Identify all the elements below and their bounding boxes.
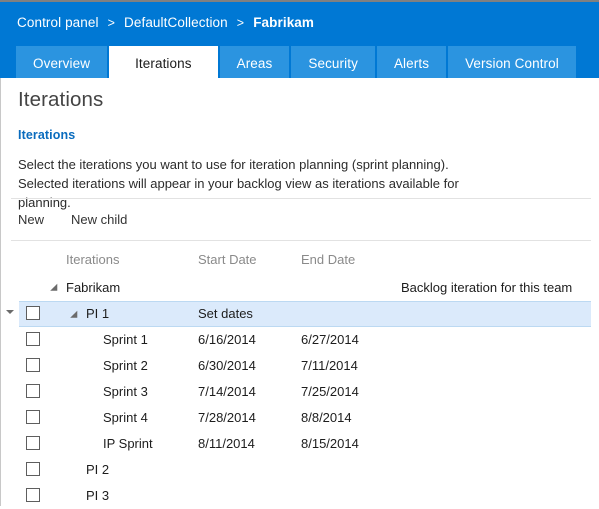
row-checkbox[interactable] bbox=[26, 436, 40, 450]
cell-iteration-name: PI 1 bbox=[86, 306, 110, 321]
table-row[interactable]: Sprint 4 7/28/2014 8/8/2014 bbox=[1, 405, 599, 431]
tab-bar: Overview Iterations Areas Security Alerts Ver… bbox=[16, 46, 578, 80]
tab-overview[interactable]: Overview bbox=[16, 46, 108, 80]
breadcrumb: Control panel > DefaultCollection > Fabrikam bbox=[17, 15, 314, 30]
row-checkbox[interactable] bbox=[26, 358, 40, 372]
tab-iterations[interactable]: Iterations bbox=[109, 46, 218, 80]
cell-iteration-name: Sprint 1 bbox=[103, 332, 148, 347]
tree-expand-icon[interactable] bbox=[70, 310, 81, 322]
row-checkbox[interactable] bbox=[26, 384, 40, 398]
app-header: Control panel > DefaultCollection > Fabrikam… bbox=[0, 0, 599, 80]
cell-start-date: 7/14/2014 bbox=[198, 384, 256, 399]
tree-expand-icon[interactable] bbox=[50, 283, 61, 295]
cell-iteration-name: PI 2 bbox=[86, 462, 110, 477]
breadcrumb-item-control-panel[interactable]: Control panel bbox=[17, 15, 99, 30]
row-checkbox[interactable] bbox=[26, 462, 40, 476]
cell-end-date: 8/15/2014 bbox=[301, 436, 359, 451]
table-row[interactable]: IP Sprint 8/11/2014 8/15/2014 bbox=[1, 431, 599, 457]
backlog-iteration-note: Backlog iteration for this team bbox=[401, 280, 573, 295]
table-row[interactable]: Sprint 3 7/14/2014 7/25/2014 bbox=[1, 379, 599, 405]
cell-end-date: 8/8/2014 bbox=[301, 410, 352, 425]
section-link-iterations[interactable]: Iterations bbox=[18, 128, 75, 142]
breadcrumb-separator: > bbox=[107, 16, 116, 30]
grid-header-row: Iterations Start Date End Date bbox=[1, 246, 599, 275]
table-row[interactable]: Sprint 1 6/16/2014 6/27/2014 bbox=[1, 327, 599, 353]
row-checkbox[interactable] bbox=[26, 306, 40, 320]
tab-alerts[interactable]: Alerts bbox=[376, 46, 447, 80]
tab-security[interactable]: Security bbox=[291, 46, 375, 80]
column-header-start-date: Start Date bbox=[198, 252, 257, 267]
cell-iteration-name: Sprint 3 bbox=[103, 384, 148, 399]
breadcrumb-separator: > bbox=[236, 16, 245, 30]
cell-iteration-name: Sprint 2 bbox=[103, 358, 148, 373]
cell-start-date: 6/16/2014 bbox=[198, 332, 256, 347]
cell-end-date: 7/11/2014 bbox=[301, 358, 358, 373]
chevron-down-icon[interactable] bbox=[6, 310, 14, 314]
cell-start-date: 8/11/2014 bbox=[198, 436, 255, 451]
divider-top bbox=[11, 198, 591, 199]
divider-toolbar bbox=[11, 240, 591, 241]
column-header-end-date: End Date bbox=[301, 252, 356, 267]
cell-start-date: 7/28/2014 bbox=[198, 410, 256, 425]
column-header-iterations: Iterations bbox=[66, 252, 120, 267]
iterations-grid: Iterations Start Date End Date Fabrikam B… bbox=[1, 246, 599, 509]
page-title: Iterations bbox=[18, 88, 104, 111]
grid-toolbar: New New child bbox=[18, 212, 154, 227]
table-row[interactable]: PI 3 bbox=[1, 483, 599, 509]
table-row[interactable]: PI 1 Set dates bbox=[6, 301, 591, 327]
cell-iteration-name: Fabrikam bbox=[66, 280, 121, 295]
cell-end-date: 7/25/2014 bbox=[301, 384, 359, 399]
row-checkbox[interactable] bbox=[26, 332, 40, 346]
cell-start-date: 6/30/2014 bbox=[198, 358, 256, 373]
set-dates-link[interactable]: Set dates bbox=[198, 306, 253, 321]
cell-iteration-name: Sprint 4 bbox=[103, 410, 148, 425]
table-row[interactable]: Fabrikam Backlog iteration for this team bbox=[1, 275, 599, 301]
tab-version-control[interactable]: Version Control bbox=[448, 46, 576, 80]
breadcrumb-item-fabrikam: Fabrikam bbox=[253, 15, 315, 30]
table-row[interactable]: PI 2 bbox=[1, 457, 599, 483]
new-child-button[interactable]: New child bbox=[71, 212, 127, 227]
cell-iteration-name: PI 3 bbox=[86, 488, 110, 503]
content-pane: Iterations Iterations Select the iterati… bbox=[0, 78, 599, 506]
cell-end-date: 6/27/2014 bbox=[301, 332, 359, 347]
breadcrumb-item-defaultcollection[interactable]: DefaultCollection bbox=[124, 15, 228, 30]
table-row[interactable]: Sprint 2 6/30/2014 7/11/2014 bbox=[1, 353, 599, 379]
cell-iteration-name: IP Sprint bbox=[103, 436, 153, 451]
page-description: Select the iterations you want to use fo… bbox=[18, 157, 459, 210]
grid-body: Fabrikam Backlog iteration for this team P… bbox=[1, 275, 599, 509]
tab-areas[interactable]: Areas bbox=[219, 46, 290, 80]
new-button[interactable]: New bbox=[18, 212, 44, 227]
row-checkbox[interactable] bbox=[26, 488, 40, 502]
row-checkbox[interactable] bbox=[26, 410, 40, 424]
